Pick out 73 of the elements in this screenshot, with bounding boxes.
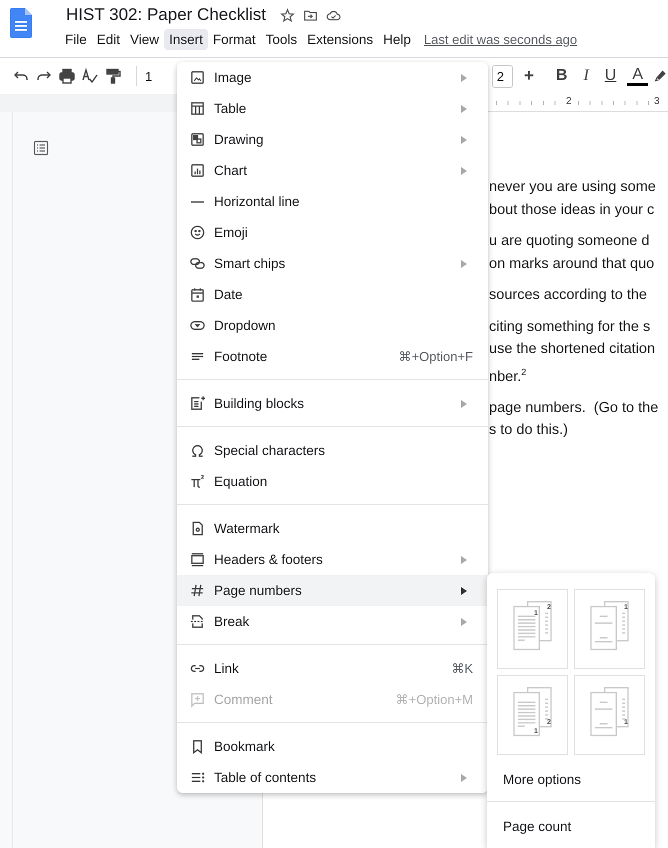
menu-item[interactable]: Smart chips xyxy=(177,248,488,279)
font-size-field[interactable]: 2 xyxy=(492,64,513,88)
text-line: sources according to the xyxy=(489,286,648,305)
menu-item[interactable]: Emoji xyxy=(177,217,488,248)
menu-item[interactable]: Format xyxy=(208,28,261,50)
drawing-icon xyxy=(189,131,206,148)
text-line: page numbers. (Go to the xyxy=(489,398,660,418)
document-title[interactable]: HIST 302: Paper Checklist xyxy=(66,5,266,25)
text-color-button[interactable]: A xyxy=(627,66,648,86)
menu-item[interactable]: Special characters xyxy=(177,435,488,466)
menu-item[interactable]: Page numbers xyxy=(177,575,488,606)
menu-item[interactable]: Watermark xyxy=(177,513,488,544)
menu-item[interactable]: Edit xyxy=(92,28,126,50)
text-line: use the shortened citation xyxy=(489,340,656,359)
header-footer-icon xyxy=(189,551,206,568)
font-size-increase-button[interactable]: + xyxy=(518,66,539,86)
print-icon[interactable] xyxy=(58,67,76,85)
chips-icon xyxy=(189,255,206,272)
menu-item[interactable]: Break xyxy=(177,606,488,637)
image-icon xyxy=(189,69,206,86)
star-icon[interactable] xyxy=(280,8,295,22)
document-plus-icon xyxy=(189,395,206,412)
text-line: s to do this.) xyxy=(489,421,569,440)
text-line: bout those ideas in your c xyxy=(489,200,656,220)
emoji-icon xyxy=(189,224,206,241)
shortcut-text: ⌘+Option+M xyxy=(396,692,473,707)
text-line: on marks around that quo xyxy=(489,254,656,274)
table-icon xyxy=(189,100,206,117)
shortcut-text: ⌘K xyxy=(451,661,473,676)
menu-item[interactable]: Extensions xyxy=(302,28,378,50)
menu-item[interactable]: Image xyxy=(177,62,488,93)
hash-icon xyxy=(189,582,206,599)
menu-item[interactable]: Dropdown xyxy=(177,310,488,341)
text-line: nber.$^{2}$ xyxy=(489,366,528,386)
bold-button[interactable]: B xyxy=(550,67,572,85)
menu-item[interactable]: Help xyxy=(378,28,416,50)
menu-item[interactable]: Insert xyxy=(164,28,208,50)
menu-item[interactable]: Drawing xyxy=(177,124,488,155)
menu-item[interactable]: Chart xyxy=(177,155,488,186)
zoom-field[interactable]: 1 xyxy=(145,68,152,84)
pi-icon xyxy=(189,473,206,490)
shortcut-text: ⌘+Option+F xyxy=(398,349,473,364)
menu-item[interactable]: File xyxy=(60,28,92,50)
menu-item[interactable]: More options xyxy=(487,763,655,796)
menu-item[interactable]: Horizontal line xyxy=(177,186,488,217)
text-line: never you are using some xyxy=(489,178,657,197)
menu-item[interactable]: Link ⌘K xyxy=(177,653,488,684)
menu-item[interactable]: Headers & footers xyxy=(177,544,488,575)
last-edit-link[interactable]: Last edit was seconds ago xyxy=(424,32,578,46)
spellcheck-icon[interactable] xyxy=(81,67,99,85)
page-break-icon xyxy=(189,613,206,630)
omega-icon xyxy=(189,442,206,459)
menu-item[interactable]: Equation xyxy=(177,466,488,497)
menu-item[interactable]: Table xyxy=(177,93,488,124)
paint-format-icon[interactable] xyxy=(104,67,122,85)
menu-item[interactable]: Table of contents xyxy=(177,762,488,793)
calendar-icon xyxy=(189,286,206,303)
menu-item[interactable]: Date xyxy=(177,279,488,310)
menu-item[interactable]: Bookmark xyxy=(177,731,488,762)
menu-item[interactable]: View xyxy=(125,28,164,50)
comment-icon xyxy=(189,691,206,708)
text-line: citing something for the s xyxy=(489,318,652,336)
italic-button[interactable]: I xyxy=(578,67,594,85)
menu-item[interactable]: Page count xyxy=(487,810,655,843)
horizontal-line-icon xyxy=(191,200,204,202)
menu-item[interactable]: Building blocks xyxy=(177,388,488,419)
menu-item[interactable]: Footnote ⌘+Option+F xyxy=(177,341,488,372)
docs-logo-icon[interactable] xyxy=(10,8,32,38)
outline-icon[interactable] xyxy=(33,140,49,156)
menu-item[interactable]: Tools xyxy=(260,28,302,50)
underline-button[interactable]: U xyxy=(600,67,622,85)
chart-icon xyxy=(189,162,206,179)
text-line: u are quoting someone d xyxy=(489,232,650,251)
